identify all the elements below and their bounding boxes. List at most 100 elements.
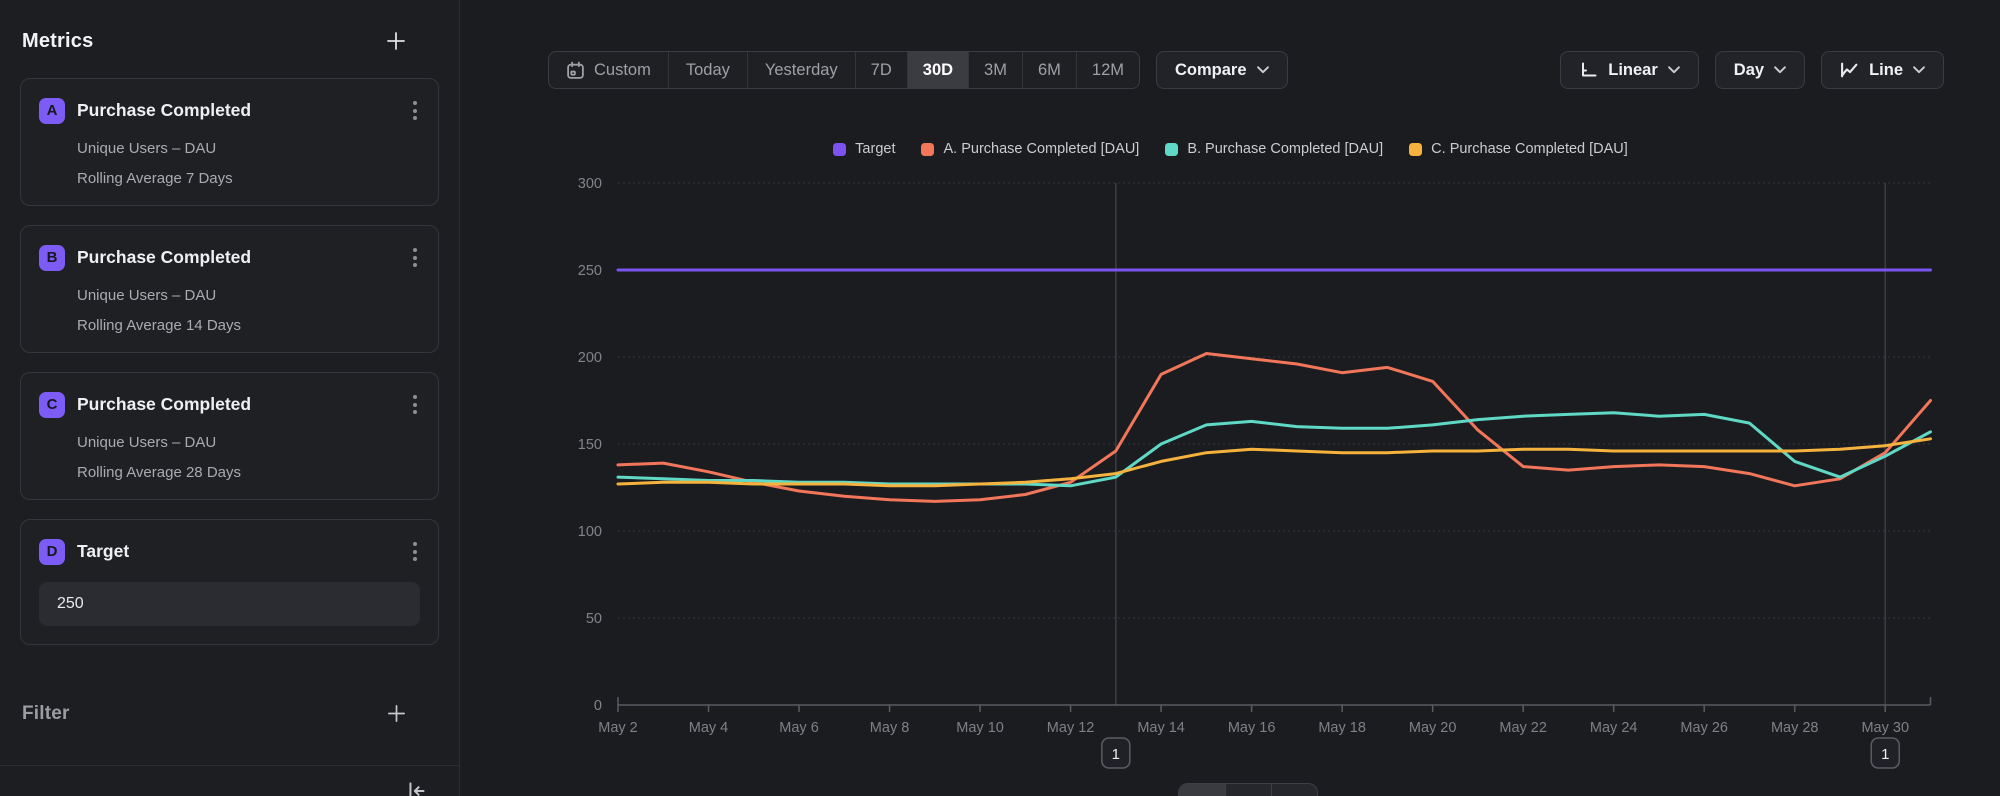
svg-text:1: 1: [1112, 746, 1120, 763]
series-line: [618, 354, 1931, 502]
chart-type-button[interactable]: Line: [1821, 51, 1944, 89]
sidebar-divider: [0, 765, 459, 766]
x-axis-tick-label: May 28: [1771, 720, 1819, 736]
chart-type-label: Line: [1869, 61, 1903, 80]
metric-title: Purchase Completed: [77, 100, 410, 121]
x-axis-tick-label: May 4: [689, 720, 729, 736]
add-metric-button[interactable]: [383, 28, 409, 54]
collapse-sidebar-button[interactable]: [403, 777, 431, 796]
annotation-badge[interactable]: 1: [1102, 738, 1130, 768]
x-axis-tick-label: May 24: [1590, 720, 1638, 736]
metric-title: Target: [77, 541, 410, 562]
y-axis-tick-label: 300: [578, 176, 602, 192]
range-today-button[interactable]: Today: [668, 52, 747, 88]
legend-swatch-icon: [833, 143, 846, 156]
y-axis-tick-label: 250: [578, 263, 602, 279]
metric-badge: C: [39, 392, 65, 418]
interval-button[interactable]: Day: [1715, 51, 1805, 89]
metrics-sidebar: Metrics A Purchase Completed Unique User…: [0, 0, 460, 796]
range-6m-button[interactable]: 6M: [1022, 52, 1076, 88]
metric-options-button[interactable]: [410, 391, 420, 418]
range-custom-button[interactable]: Custom: [549, 52, 668, 88]
metric-transform[interactable]: Rolling Average 7 Days: [77, 170, 420, 187]
y-axis-tick-label: 50: [586, 611, 602, 627]
metric-measure[interactable]: Unique Users – DAU: [77, 434, 420, 451]
x-axis-tick-label: May 18: [1318, 720, 1366, 736]
legend-item[interactable]: A. Purchase Completed [DAU]: [921, 141, 1139, 157]
compare-button[interactable]: Compare: [1156, 51, 1288, 89]
line-chart[interactable]: 050100150200250300May 2May 4May 6May 8Ma…: [461, 130, 2000, 796]
compare-label: Compare: [1175, 61, 1247, 80]
metric-card-header: C Purchase Completed: [39, 391, 420, 418]
legend-item[interactable]: B. Purchase Completed [DAU]: [1165, 141, 1383, 157]
series-line: [618, 439, 1931, 486]
chevron-down-icon: [1668, 66, 1680, 74]
x-axis-tick-label: May 10: [956, 720, 1004, 736]
range-12m-button[interactable]: 12M: [1076, 52, 1139, 88]
legend-label: B. Purchase Completed [DAU]: [1187, 141, 1383, 157]
table-view-button[interactable]: [1271, 784, 1317, 796]
target-value-input[interactable]: [39, 582, 420, 626]
metric-measure[interactable]: Unique Users – DAU: [77, 140, 420, 157]
x-axis-tick-label: May 14: [1137, 720, 1185, 736]
metric-badge: A: [39, 98, 65, 124]
collapse-left-icon: [405, 779, 429, 796]
range-7d-button[interactable]: 7D: [855, 52, 907, 88]
add-filter-button[interactable]: [384, 701, 409, 726]
range-yesterday-button[interactable]: Yesterday: [747, 52, 855, 88]
y-axis-tick-label: 100: [578, 524, 602, 540]
filter-title: Filter: [22, 703, 70, 725]
legend-item[interactable]: C. Purchase Completed [DAU]: [1409, 141, 1628, 157]
plus-icon: [386, 703, 407, 724]
metric-card-header: A Purchase Completed: [39, 97, 420, 124]
metric-card-header: B Purchase Completed: [39, 244, 420, 271]
plus-icon: [385, 30, 407, 52]
legend-swatch-icon: [1165, 143, 1178, 156]
metric-badge: B: [39, 245, 65, 271]
calendar-icon: [566, 61, 585, 80]
x-axis-tick-label: May 22: [1499, 720, 1547, 736]
filter-header: Filter: [22, 701, 409, 726]
legend-label: Target: [855, 141, 895, 157]
metric-card[interactable]: B Purchase Completed Unique Users – DAU …: [20, 225, 439, 353]
chart-panel: CustomTodayYesterday7D30D3M6M12M Compare…: [461, 0, 2000, 796]
metric-card-body: Unique Users – DAU Rolling Average 14 Da…: [77, 287, 420, 334]
interval-label: Day: [1734, 61, 1764, 80]
range-3m-button[interactable]: 3M: [968, 52, 1022, 88]
metric-card[interactable]: C Purchase Completed Unique Users – DAU …: [20, 372, 439, 500]
x-axis-tick-label: May 20: [1409, 720, 1457, 736]
metric-badge: D: [39, 539, 65, 565]
legend-swatch-icon: [921, 143, 934, 156]
date-range-segmented-control: CustomTodayYesterday7D30D3M6M12M: [548, 51, 1140, 89]
chevron-down-icon: [1774, 66, 1786, 74]
legend-swatch-icon: [1409, 143, 1422, 156]
metric-options-button[interactable]: [410, 244, 420, 271]
target-input-wrap: [39, 582, 420, 626]
legend-label: C. Purchase Completed [DAU]: [1431, 141, 1628, 157]
annotation-badge[interactable]: 1: [1871, 738, 1899, 768]
metric-card-body: Unique Users – DAU Rolling Average 7 Day…: [77, 140, 420, 187]
metric-measure[interactable]: Unique Users – DAU: [77, 287, 420, 304]
metric-card-header: D Target: [39, 538, 420, 565]
split-view-button[interactable]: [1225, 784, 1271, 796]
x-axis-tick-label: May 26: [1680, 720, 1728, 736]
scale-label: Linear: [1608, 61, 1658, 80]
metric-options-button[interactable]: [410, 538, 420, 565]
legend-item[interactable]: Target: [833, 141, 895, 157]
metric-card[interactable]: A Purchase Completed Unique Users – DAU …: [20, 78, 439, 206]
metric-transform[interactable]: Rolling Average 28 Days: [77, 464, 420, 481]
scale-button[interactable]: Linear: [1560, 51, 1699, 89]
metric-options-button[interactable]: [410, 97, 420, 124]
toolbar-left-group: CustomTodayYesterday7D30D3M6M12M Compare: [548, 51, 1288, 89]
chart-view-button[interactable]: [1179, 784, 1225, 796]
metric-card[interactable]: D Target: [20, 519, 439, 645]
metric-title: Purchase Completed: [77, 394, 410, 415]
svg-text:1: 1: [1881, 746, 1889, 763]
y-axis-tick-label: 150: [578, 437, 602, 453]
metric-transform[interactable]: Rolling Average 14 Days: [77, 317, 420, 334]
x-axis-tick-label: May 30: [1861, 720, 1909, 736]
legend-label: A. Purchase Completed [DAU]: [943, 141, 1139, 157]
line-chart-icon: [1840, 61, 1859, 79]
range-30d-button[interactable]: 30D: [907, 52, 968, 88]
x-axis-tick-label: May 8: [870, 720, 910, 736]
